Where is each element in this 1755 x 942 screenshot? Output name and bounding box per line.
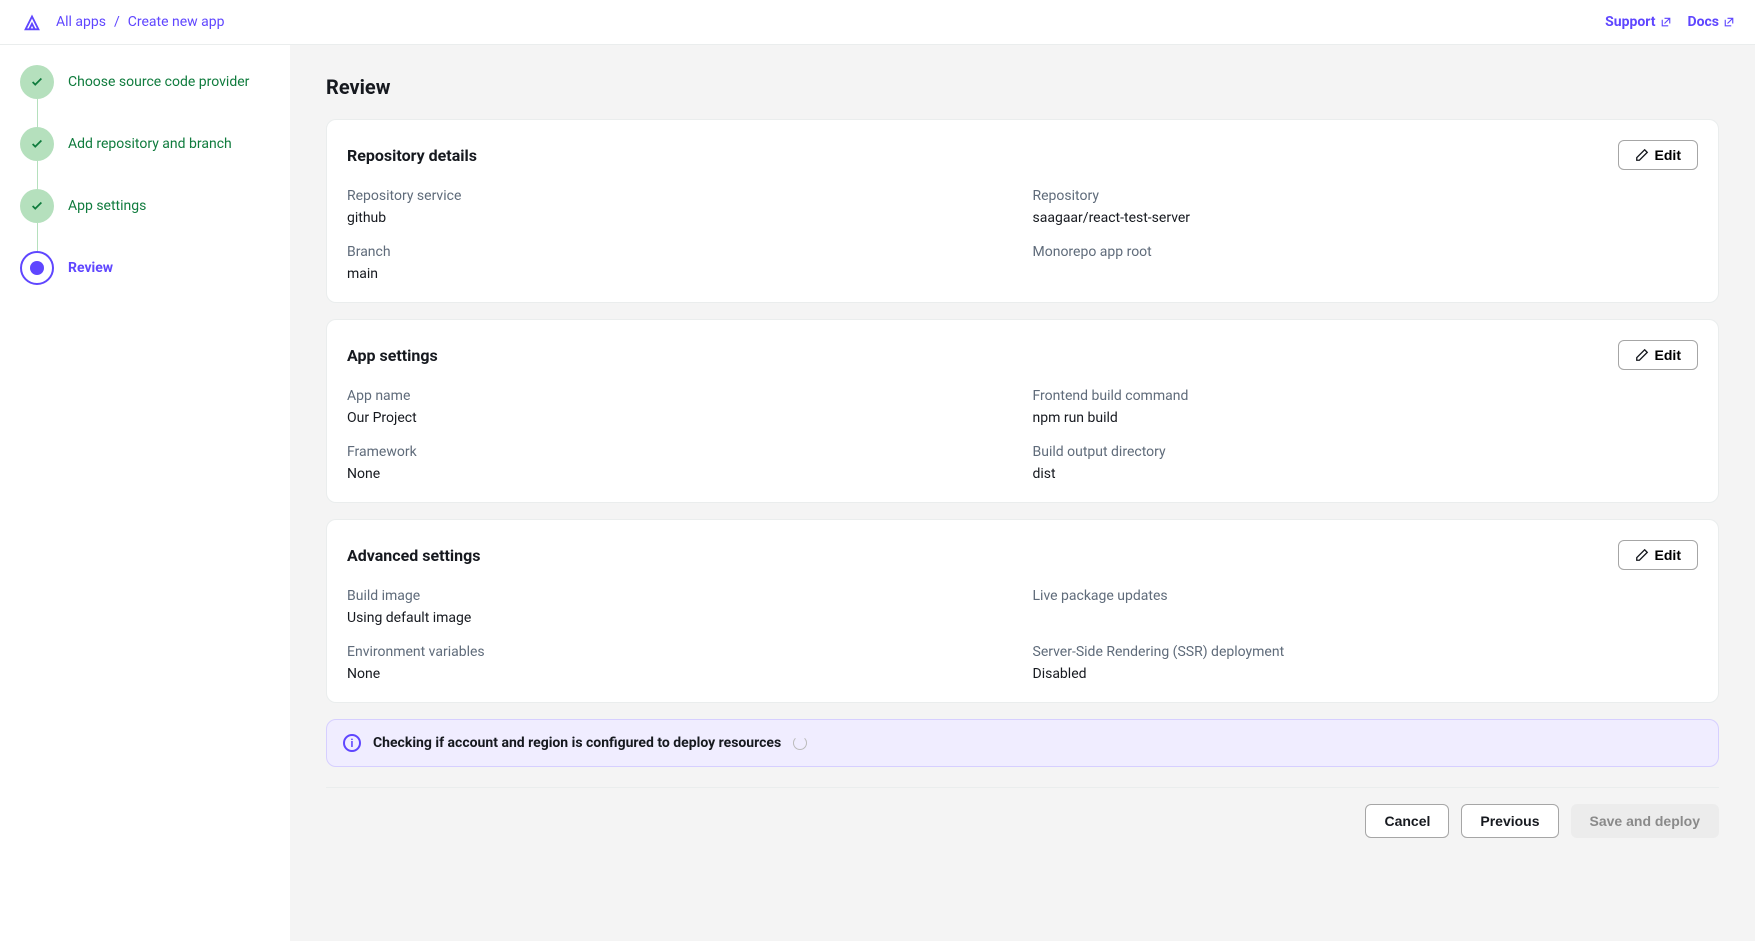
field-branch: Branch main	[347, 244, 1013, 282]
field-value: github	[347, 210, 1013, 226]
sidebar: Choose source code provider Add reposito…	[0, 45, 290, 941]
step-review[interactable]: Review	[20, 251, 270, 285]
field-grid: App name Our Project Frontend build comm…	[347, 388, 1698, 482]
step-label: Add repository and branch	[68, 136, 232, 152]
field-framework: Framework None	[347, 444, 1013, 482]
card-header: Repository details Edit	[347, 140, 1698, 170]
field-label: Live package updates	[1033, 588, 1699, 604]
step-label: App settings	[68, 198, 146, 214]
step-label: Review	[68, 260, 113, 276]
card-title: Repository details	[347, 146, 477, 165]
field-label: Build output directory	[1033, 444, 1699, 460]
card-title: App settings	[347, 346, 438, 365]
repository-details-card: Repository details Edit Repository servi…	[326, 119, 1719, 303]
field-label: Repository	[1033, 188, 1699, 204]
footer-actions: Cancel Previous Save and deploy	[326, 804, 1719, 838]
field-grid: Build image Using default image Live pac…	[347, 588, 1698, 682]
header-left: All apps / Create new app	[20, 10, 225, 34]
support-label: Support	[1605, 14, 1655, 30]
previous-button[interactable]: Previous	[1461, 804, 1558, 838]
field-repository-service: Repository service github	[347, 188, 1013, 226]
header-right: Support Docs	[1605, 14, 1735, 30]
field-value: npm run build	[1033, 410, 1699, 426]
field-env-vars: Environment variables None	[347, 644, 1013, 682]
field-live-updates: Live package updates	[1033, 588, 1699, 626]
field-grid: Repository service github Repository saa…	[347, 188, 1698, 282]
breadcrumb-separator: /	[114, 14, 120, 30]
field-label: Frontend build command	[1033, 388, 1699, 404]
field-value: dist	[1033, 466, 1699, 482]
field-label: Environment variables	[347, 644, 1013, 660]
breadcrumb: All apps / Create new app	[56, 14, 225, 30]
step-app-settings[interactable]: App settings	[20, 189, 270, 251]
field-build-command: Frontend build command npm run build	[1033, 388, 1699, 426]
cancel-button[interactable]: Cancel	[1365, 804, 1449, 838]
current-step-icon	[20, 251, 54, 285]
info-icon: i	[343, 734, 361, 752]
check-icon	[20, 65, 54, 99]
field-value: None	[347, 666, 1013, 682]
field-label: Build image	[347, 588, 1013, 604]
field-label: Framework	[347, 444, 1013, 460]
field-value: Disabled	[1033, 666, 1699, 682]
info-banner: i Checking if account and region is conf…	[326, 719, 1719, 767]
breadcrumb-create-new-app[interactable]: Create new app	[128, 14, 225, 30]
main-content: Review Repository details Edit Repositor…	[290, 45, 1755, 941]
save-and-deploy-button[interactable]: Save and deploy	[1571, 804, 1719, 838]
field-value: Using default image	[347, 610, 1013, 626]
docs-label: Docs	[1688, 14, 1720, 30]
advanced-settings-card: Advanced settings Edit Build image Using…	[326, 519, 1719, 703]
pencil-icon	[1635, 548, 1649, 562]
field-value: main	[347, 266, 1013, 282]
check-icon	[20, 127, 54, 161]
edit-label: Edit	[1655, 547, 1681, 563]
step-add-repository[interactable]: Add repository and branch	[20, 127, 270, 189]
step-label: Choose source code provider	[68, 74, 249, 90]
field-label: Monorepo app root	[1033, 244, 1699, 260]
field-label: Repository service	[347, 188, 1013, 204]
pencil-icon	[1635, 348, 1649, 362]
field-build-image: Build image Using default image	[347, 588, 1013, 626]
field-output-dir: Build output directory dist	[1033, 444, 1699, 482]
pencil-icon	[1635, 148, 1649, 162]
field-label: App name	[347, 388, 1013, 404]
amplify-logo-icon[interactable]	[20, 10, 44, 34]
edit-app-settings-button[interactable]: Edit	[1618, 340, 1698, 370]
external-link-icon	[1723, 16, 1735, 28]
field-monorepo-root: Monorepo app root	[1033, 244, 1699, 282]
step-choose-provider[interactable]: Choose source code provider	[20, 65, 270, 127]
breadcrumb-all-apps[interactable]: All apps	[56, 14, 106, 30]
field-app-name: App name Our Project	[347, 388, 1013, 426]
support-link[interactable]: Support	[1605, 14, 1671, 30]
info-text: Checking if account and region is config…	[373, 735, 781, 751]
app-settings-card: App settings Edit App name Our Project F…	[326, 319, 1719, 503]
field-label: Server-Side Rendering (SSR) deployment	[1033, 644, 1699, 660]
card-title: Advanced settings	[347, 546, 480, 565]
layout: Choose source code provider Add reposito…	[0, 45, 1755, 941]
field-repository: Repository saagaar/react-test-server	[1033, 188, 1699, 226]
edit-advanced-button[interactable]: Edit	[1618, 540, 1698, 570]
docs-link[interactable]: Docs	[1688, 14, 1736, 30]
edit-label: Edit	[1655, 147, 1681, 163]
field-ssr: Server-Side Rendering (SSR) deployment D…	[1033, 644, 1699, 682]
divider	[326, 787, 1719, 788]
external-link-icon	[1660, 16, 1672, 28]
field-value: saagaar/react-test-server	[1033, 210, 1699, 226]
edit-repository-button[interactable]: Edit	[1618, 140, 1698, 170]
field-value: None	[347, 466, 1013, 482]
card-header: Advanced settings Edit	[347, 540, 1698, 570]
field-value: Our Project	[347, 410, 1013, 426]
loading-spinner-icon	[793, 736, 807, 750]
card-header: App settings Edit	[347, 340, 1698, 370]
steps-list: Choose source code provider Add reposito…	[20, 65, 270, 285]
field-label: Branch	[347, 244, 1013, 260]
header: All apps / Create new app Support Docs	[0, 0, 1755, 45]
page-title: Review	[326, 75, 1719, 99]
check-icon	[20, 189, 54, 223]
edit-label: Edit	[1655, 347, 1681, 363]
